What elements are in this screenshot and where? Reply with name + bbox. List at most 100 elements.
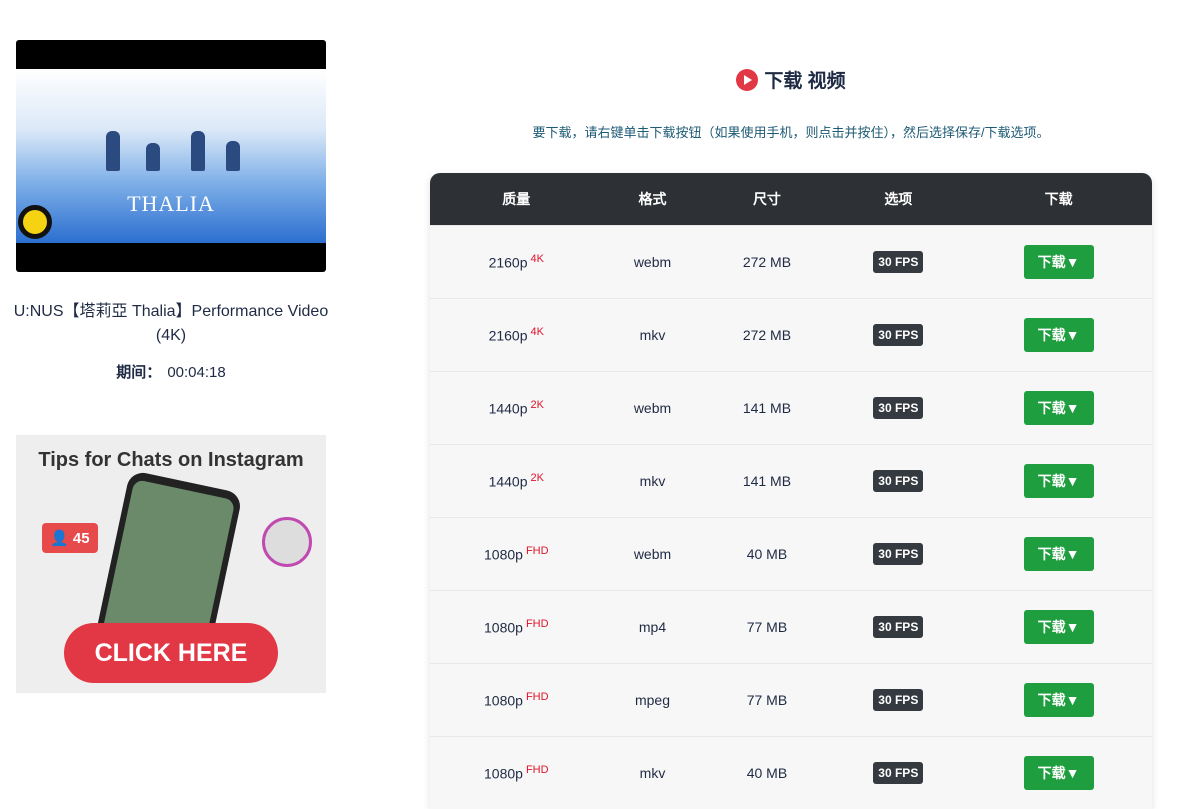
download-table: 质量 格式 尺寸 选项 下载 2160p 4K webm 272 MB 30 FP… [430, 173, 1152, 809]
section-title: 下载 视频 [430, 66, 1152, 93]
quality-tag: FHD [525, 544, 549, 557]
table-row: 2160p 4K webm 272 MB 30 FPS 下载▼ [430, 224, 1152, 298]
quality-cell: 1440p 2K [430, 443, 603, 517]
download-cell: 下载▼ [965, 297, 1152, 371]
thumbnail-logo: THALIA [127, 191, 215, 216]
col-format: 格式 [602, 173, 703, 225]
play-icon [736, 69, 759, 91]
quality: 1080p [484, 765, 523, 782]
ad-cta-button[interactable]: CLICK HERE [64, 623, 278, 683]
quality: 2160p [488, 254, 528, 271]
quality-tag: 4K [530, 252, 544, 265]
quality: 1080p [484, 619, 523, 636]
section-title-text: 下载 视频 [764, 71, 846, 92]
video-thumbnail[interactable]: THALIA [16, 40, 326, 272]
col-options: 选项 [831, 173, 966, 225]
quality-tag: FHD [525, 690, 549, 703]
format-cell: mp4 [602, 589, 703, 663]
follower-badge: 👤 45 [42, 523, 98, 553]
format-cell: mkv [602, 443, 703, 517]
quality-tag: FHD [525, 763, 549, 776]
download-cell: 下载▼ [965, 662, 1152, 736]
size-cell: 272 MB [702, 224, 832, 298]
fps-badge: 30 FPS [873, 323, 924, 346]
quality-cell: 1440p 2K [430, 370, 603, 444]
table-row: 1080p FHD mpeg 77 MB 30 FPS 下载▼ [430, 662, 1152, 736]
quality-tag: 2K [530, 398, 544, 411]
options-cell: 30 FPS [831, 443, 966, 517]
download-button[interactable]: 下载▼ [1023, 609, 1094, 644]
options-cell: 30 FPS [831, 224, 966, 298]
size-cell: 77 MB [702, 589, 832, 663]
format-cell: webm [602, 516, 703, 590]
size-cell: 272 MB [702, 297, 832, 371]
options-cell: 30 FPS [831, 662, 966, 736]
format-cell: webm [602, 224, 703, 298]
size-cell: 40 MB [702, 735, 832, 809]
video-duration: 期间： 00:04:18 [0, 361, 342, 382]
format-cell: mpeg [602, 662, 703, 736]
quality-cell: 1080p FHD [430, 516, 603, 590]
quality-cell: 1080p FHD [430, 589, 603, 663]
col-download: 下载 [965, 173, 1152, 225]
options-cell: 30 FPS [831, 589, 966, 663]
download-cell: 下载▼ [965, 443, 1152, 517]
ad-heading: Tips for Chats on Instagram [38, 449, 304, 471]
video-title: U:NUS【塔莉亞 Thalia】Performance Video (4K) [13, 303, 329, 344]
download-button[interactable]: 下载▼ [1023, 244, 1094, 279]
follower-count: 45 [72, 530, 90, 547]
table-row: 1080p FHD mp4 77 MB 30 FPS 下载▼ [430, 589, 1152, 663]
fps-badge: 30 FPS [873, 542, 924, 565]
quality-cell: 2160p 4K [430, 224, 603, 298]
fps-badge: 30 FPS [873, 396, 924, 419]
quality: 2160p [488, 327, 528, 344]
format-cell: mkv [602, 297, 703, 371]
duration-value: 00:04:18 [167, 364, 226, 381]
format-cell: mkv [602, 735, 703, 809]
quality: 1440p [488, 400, 528, 417]
size-cell: 141 MB [702, 443, 832, 517]
channel-logo-icon [18, 205, 52, 239]
quality-tag: FHD [525, 617, 549, 630]
col-quality: 质量 [430, 173, 603, 225]
quality: 1080p [484, 692, 523, 709]
quality-cell: 1080p FHD [430, 662, 603, 736]
avatar-icon [262, 517, 312, 567]
col-size: 尺寸 [702, 173, 832, 225]
quality-tag: 2K [530, 471, 544, 484]
download-cell: 下载▼ [965, 516, 1152, 590]
thumbnail-scene: THALIA [16, 69, 326, 243]
download-button[interactable]: 下载▼ [1023, 682, 1094, 717]
download-cell: 下载▼ [965, 735, 1152, 809]
quality: 1440p [488, 473, 528, 490]
download-button[interactable]: 下载▼ [1023, 317, 1094, 352]
options-cell: 30 FPS [831, 297, 966, 371]
fps-badge: 30 FPS [873, 761, 924, 784]
options-cell: 30 FPS [831, 370, 966, 444]
duration-label: 期间： [116, 364, 162, 381]
options-cell: 30 FPS [831, 735, 966, 809]
table-row: 1440p 2K webm 141 MB 30 FPS 下载▼ [430, 370, 1152, 444]
fps-badge: 30 FPS [873, 469, 924, 492]
quality-tag: 4K [530, 325, 544, 338]
size-cell: 40 MB [702, 516, 832, 590]
download-button[interactable]: 下载▼ [1023, 755, 1094, 790]
size-cell: 141 MB [702, 370, 832, 444]
options-cell: 30 FPS [831, 516, 966, 590]
download-button[interactable]: 下载▼ [1023, 463, 1094, 498]
download-hint: 要下载，请右键单击下载按钮（如果使用手机，则点击并按住），然后选择保存/下载选项… [532, 125, 1050, 140]
size-cell: 77 MB [702, 662, 832, 736]
download-button[interactable]: 下载▼ [1023, 390, 1094, 425]
download-cell: 下载▼ [965, 589, 1152, 663]
table-row: 1080p FHD mkv 40 MB 30 FPS 下载▼ [430, 735, 1152, 809]
table-row: 2160p 4K mkv 272 MB 30 FPS 下载▼ [430, 297, 1152, 371]
quality: 1080p [484, 546, 523, 563]
table-row: 1080p FHD webm 40 MB 30 FPS 下载▼ [430, 516, 1152, 590]
fps-badge: 30 FPS [873, 688, 924, 711]
format-cell: webm [602, 370, 703, 444]
download-cell: 下载▼ [965, 370, 1152, 444]
ad-banner[interactable]: Tips for Chats on Instagram 👤 45 CLICK H… [16, 435, 326, 693]
table-row: 1440p 2K mkv 141 MB 30 FPS 下载▼ [430, 443, 1152, 517]
fps-badge: 30 FPS [873, 615, 924, 638]
download-button[interactable]: 下载▼ [1023, 536, 1094, 571]
